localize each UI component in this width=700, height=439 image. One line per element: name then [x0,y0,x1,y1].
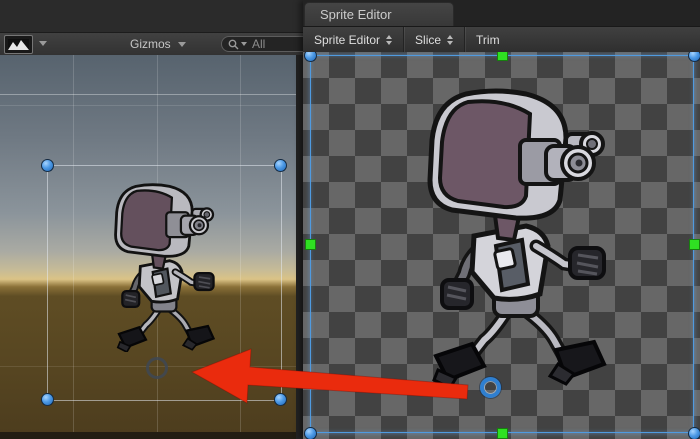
scene-handle-top-right[interactable] [274,159,287,172]
sprite-editor-menu-button[interactable]: Sprite Editor [303,27,403,52]
editor-handle-bottom-center[interactable] [497,428,508,439]
editor-handle-bottom-left[interactable] [304,427,317,439]
scene-view-panel: Gizmos All [0,0,303,439]
editor-handle-left-middle[interactable] [305,239,316,250]
chevron-down-icon [39,41,47,46]
editor-handle-right-middle[interactable] [689,239,700,250]
scene-viewport[interactable] [0,55,296,432]
scene-toolbar: Gizmos All [0,33,303,55]
scene-handle-bottom-left[interactable] [41,393,54,406]
chevron-down-icon [178,42,186,47]
grid-line [0,105,296,106]
editor-handle-top-right[interactable] [688,52,700,62]
sprite-editor-window: Sprite Editor Sprite Editor Slice Trim [303,0,700,439]
search-icon [228,39,239,50]
up-down-arrows-icon [386,35,392,45]
image-thumbnail-icon [8,39,29,50]
gizmos-label: Gizmos [130,37,171,51]
scene-effects-dropdown-button[interactable] [35,35,50,52]
sprite-editor-menu-label: Sprite Editor [314,33,380,47]
trim-button[interactable]: Trim [465,27,511,52]
scene-bottom-edge [0,432,296,439]
up-down-arrows-icon [447,35,453,45]
search-value: All [252,37,265,51]
slice-menu-label: Slice [415,33,441,47]
slice-menu-button[interactable]: Slice [404,27,464,52]
tab-label: Sprite Editor [320,7,392,22]
scene-tab-strip [0,0,303,33]
trim-button-label: Trim [476,33,500,47]
scene-handle-bottom-right[interactable] [274,393,287,406]
editor-handle-bottom-right[interactable] [688,427,700,439]
sprite-bounds-rect [310,55,694,433]
sprite-editor-canvas[interactable] [303,52,700,439]
editor-handle-top-center[interactable] [497,52,508,61]
scene-pivot-indicator[interactable] [146,357,168,379]
gizmos-dropdown[interactable]: Gizmos [130,35,186,53]
tab-sprite-editor[interactable]: Sprite Editor [304,2,454,26]
grid-line [0,94,296,95]
search-filter-chevron-icon [241,42,247,46]
scene-effects-button[interactable] [4,35,33,54]
scene-handle-top-left[interactable] [41,159,54,172]
sprite-editor-tabbar: Sprite Editor [303,0,700,27]
editor-pivot-indicator[interactable] [480,377,501,398]
unity-editor: Gizmos All [0,0,700,439]
sprite-editor-toolbar: Sprite Editor Slice Trim [303,27,700,53]
